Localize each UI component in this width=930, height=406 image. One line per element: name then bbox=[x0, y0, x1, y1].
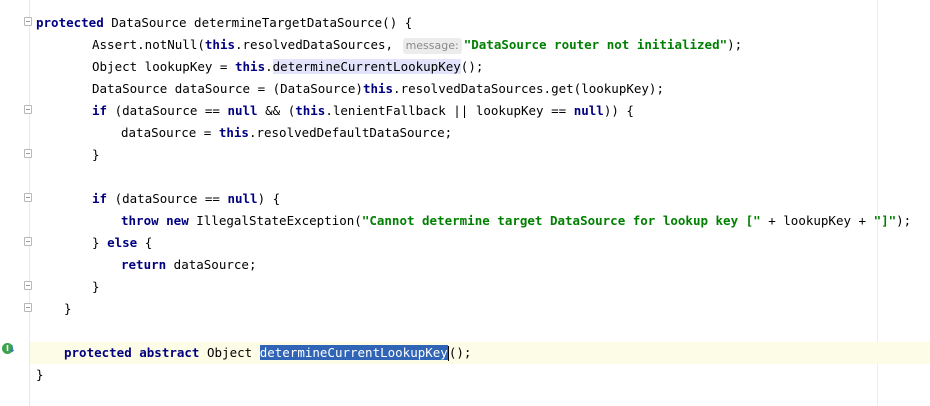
code-token: . bbox=[265, 59, 273, 74]
string-literal: "Cannot determine target DataSource for … bbox=[361, 213, 761, 228]
string-literal: "]" bbox=[873, 213, 897, 228]
code-token: Object bbox=[199, 345, 260, 360]
code-line[interactable]: } else { bbox=[92, 232, 152, 254]
code-token: DataSource dataSource = (DataSource) bbox=[92, 81, 363, 96]
code-token: (dataSource == bbox=[107, 191, 228, 206]
code-token: } bbox=[64, 301, 72, 316]
code-line[interactable]: } bbox=[64, 298, 72, 320]
code-token: (); bbox=[448, 345, 472, 360]
code-line[interactable]: } bbox=[36, 364, 44, 386]
code-token: { bbox=[137, 235, 153, 250]
keyword-token: protected bbox=[36, 15, 104, 30]
code-token: )) { bbox=[603, 103, 634, 118]
keyword-token: this bbox=[362, 81, 394, 96]
code-line[interactable]: if (dataSource == null) { bbox=[92, 188, 280, 210]
code-token: ); bbox=[896, 213, 912, 228]
code-token: .resolvedDataSources.get(lookupKey); bbox=[393, 81, 664, 96]
code-token: .resolvedDefaultDataSource; bbox=[248, 125, 453, 140]
keyword-token: null bbox=[227, 103, 258, 118]
fold-toggle-icon[interactable] bbox=[24, 17, 32, 26]
code-token: (dataSource == bbox=[107, 103, 228, 118]
code-token: (); bbox=[460, 59, 484, 74]
arrow-down-icon[interactable]: ↓ bbox=[8, 344, 16, 355]
code-token: dataSource = bbox=[121, 125, 219, 140]
current-code-line[interactable]: protected abstract Object determineCurre… bbox=[30, 342, 930, 364]
keyword-token: protected abstract bbox=[64, 345, 200, 360]
code-token: Assert.notNull( bbox=[92, 37, 205, 52]
keyword-token: this bbox=[218, 125, 249, 140]
fold-toggle-icon[interactable] bbox=[24, 237, 32, 246]
code-token: } bbox=[92, 235, 108, 250]
keyword-token: if bbox=[92, 191, 108, 206]
keyword-token: else bbox=[107, 235, 138, 250]
code-line[interactable]: Object lookupKey = this.determineCurrent… bbox=[92, 56, 483, 78]
code-line[interactable]: } bbox=[92, 144, 100, 166]
code-line[interactable]: if (dataSource == null && (this.lenientF… bbox=[92, 100, 634, 122]
code-token: + lookupKey + bbox=[760, 213, 874, 228]
code-token: .lenientFallback || lookupKey == bbox=[325, 103, 574, 118]
keyword-token: null bbox=[227, 191, 258, 206]
code-line[interactable]: Assert.notNull(this.resolvedDataSources,… bbox=[92, 34, 742, 56]
code-line[interactable]: } bbox=[92, 276, 100, 298]
fold-toggle-icon[interactable] bbox=[24, 193, 32, 202]
code-token: ); bbox=[727, 37, 743, 52]
code-token: ) { bbox=[257, 191, 281, 206]
code-line[interactable]: return dataSource; bbox=[121, 254, 256, 276]
code-token: Object lookupKey = bbox=[92, 59, 235, 74]
fold-toggle-icon[interactable] bbox=[24, 105, 32, 114]
method-usage-highlight: determineCurrentLookupKey bbox=[272, 59, 461, 74]
code-line[interactable]: DataSource dataSource = (DataSource)this… bbox=[92, 78, 664, 100]
keyword-token: return bbox=[121, 257, 167, 272]
parameter-hint: message: bbox=[402, 38, 462, 54]
keyword-token: if bbox=[92, 103, 108, 118]
selected-text: determineCurrentLookupKey bbox=[259, 345, 448, 360]
keyword-token: this bbox=[235, 59, 266, 74]
fold-toggle-icon[interactable] bbox=[24, 303, 32, 312]
keyword-token: null bbox=[573, 103, 604, 118]
fold-toggle-icon[interactable] bbox=[24, 149, 32, 158]
code-line[interactable]: protected DataSource determineTargetData… bbox=[36, 12, 412, 34]
code-token: } bbox=[36, 367, 44, 382]
code-token: && ( bbox=[257, 103, 296, 118]
code-line[interactable]: dataSource = this.resolvedDefaultDataSou… bbox=[121, 122, 452, 144]
code-token: } bbox=[92, 279, 100, 294]
code-line[interactable]: throw new IllegalStateException("Cannot … bbox=[121, 210, 911, 232]
code-token: .resolvedDataSources, bbox=[235, 37, 401, 52]
keyword-token: this bbox=[204, 37, 235, 52]
code-token: DataSource determineTargetDataSource() { bbox=[103, 15, 413, 30]
code-token: } bbox=[92, 147, 100, 162]
code-token: IllegalStateException( bbox=[188, 213, 362, 228]
fold-toggle-icon[interactable] bbox=[24, 281, 32, 290]
code-token: dataSource; bbox=[166, 257, 257, 272]
keyword-token: this bbox=[295, 103, 326, 118]
keyword-token: throw new bbox=[121, 213, 189, 228]
string-literal: "DataSource router not initialized" bbox=[463, 37, 728, 52]
